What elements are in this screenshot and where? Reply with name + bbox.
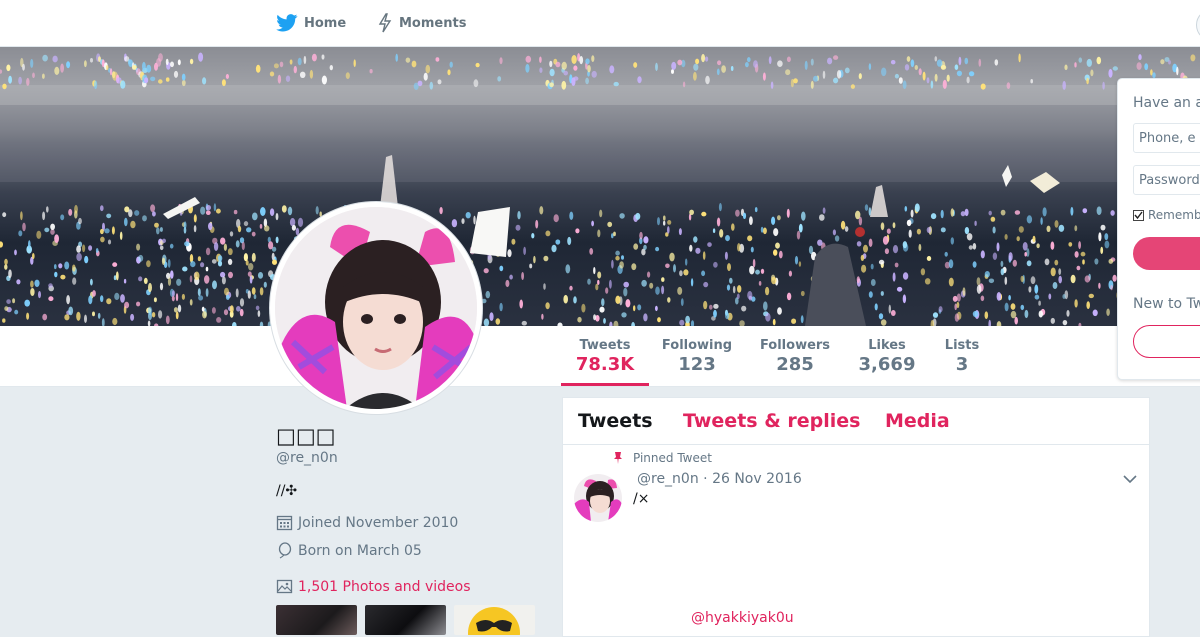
login-phone-field[interactable]: Phone, e xyxy=(1133,123,1200,153)
calendar-icon xyxy=(276,515,293,531)
profile-bio: //✣ xyxy=(276,483,298,499)
profile-joined: Joined November 2010 xyxy=(276,514,458,531)
stat-value: 3,669 xyxy=(858,354,916,375)
stat-following[interactable]: Following 123 xyxy=(657,326,737,386)
profile-stats-bar: Tweets 78.3K Following 123 Followers 285… xyxy=(0,326,1200,387)
tweet-text: /× xyxy=(633,491,650,507)
profile-born: Born on March 05 xyxy=(276,542,422,559)
nav-home-link[interactable]: Home xyxy=(276,0,346,46)
login-password-field[interactable]: Password xyxy=(1133,165,1200,195)
timeline: Tweets Tweets & replies Media Pinned Twe… xyxy=(562,397,1150,637)
photos-videos-text: 1,501 Photos and videos xyxy=(298,578,471,595)
stat-value: 285 xyxy=(776,354,814,375)
remember-me-checkbox[interactable] xyxy=(1133,209,1144,221)
nav-moments-link[interactable]: Moments xyxy=(377,0,466,46)
twitter-bird-icon xyxy=(276,14,298,32)
chevron-down-icon[interactable] xyxy=(1123,474,1137,484)
tab-tweets-replies[interactable]: Tweets & replies xyxy=(683,410,860,432)
nav-home-label: Home xyxy=(304,15,347,31)
tweet-mention-link[interactable]: @hyakkiyak0u xyxy=(691,610,794,626)
profile-name: □□□ xyxy=(276,424,336,448)
stat-label: Followers xyxy=(759,338,831,353)
login-button[interactable] xyxy=(1133,237,1200,270)
login-title: Have an a xyxy=(1133,95,1200,111)
profile-joined-text: Joined November 2010 xyxy=(298,514,459,531)
stat-label: Lists xyxy=(944,338,980,353)
login-card: Have an a Phone, e Password Rememb New t… xyxy=(1117,78,1200,380)
media-thumbnail[interactable] xyxy=(454,605,535,635)
stat-value: 3 xyxy=(955,354,969,375)
remember-me-label: Rememb xyxy=(1148,208,1200,222)
stat-value: 123 xyxy=(678,354,716,375)
nav-avatar[interactable] xyxy=(1196,9,1200,41)
pin-icon xyxy=(614,452,622,464)
stat-likes[interactable]: Likes 3,669 xyxy=(853,326,921,386)
profile-handle[interactable]: @re_n0n xyxy=(276,450,338,466)
signup-button[interactable] xyxy=(1133,325,1200,358)
nav-moments-label: Moments xyxy=(399,15,467,31)
profile-born-text: Born on March 05 xyxy=(298,542,422,559)
concert-banner-image xyxy=(0,52,1200,326)
stat-label: Tweets xyxy=(579,338,631,353)
stat-value: 78.3K xyxy=(575,354,635,375)
timeline-tabs: Tweets Tweets & replies Media xyxy=(563,398,1149,445)
stat-label: Likes xyxy=(868,338,906,353)
top-nav: Home Moments xyxy=(0,0,1200,47)
photos-videos-link[interactable]: 1,501 Photos and videos xyxy=(276,578,471,595)
profile-banner xyxy=(0,47,1200,326)
stat-tweets[interactable]: Tweets 78.3K xyxy=(561,326,649,386)
pinned-tweet-text: Pinned Tweet xyxy=(633,451,712,465)
profile-avatar[interactable] xyxy=(270,202,482,414)
tab-media[interactable]: Media xyxy=(885,410,950,432)
tweet-header[interactable]: @re_n0n · 26 Nov 2016 xyxy=(637,471,802,487)
image-icon xyxy=(276,579,293,594)
lightning-icon xyxy=(378,13,392,33)
tweet-avatar[interactable] xyxy=(574,474,622,522)
pinned-tweet-label: Pinned Tweet xyxy=(611,451,712,465)
balloon-icon xyxy=(278,542,292,559)
media-thumbnail[interactable] xyxy=(365,605,446,635)
tab-tweets[interactable]: Tweets xyxy=(578,410,653,432)
stat-label: Following xyxy=(661,338,733,353)
profile-avatar-image xyxy=(275,207,477,409)
remember-me[interactable]: Rememb xyxy=(1133,208,1200,222)
stat-lists[interactable]: Lists 3 xyxy=(938,326,986,386)
stat-followers[interactable]: Followers 285 xyxy=(755,326,835,386)
media-thumbnail[interactable] xyxy=(276,605,357,635)
new-to-twitter-label: New to Tw xyxy=(1133,296,1200,312)
